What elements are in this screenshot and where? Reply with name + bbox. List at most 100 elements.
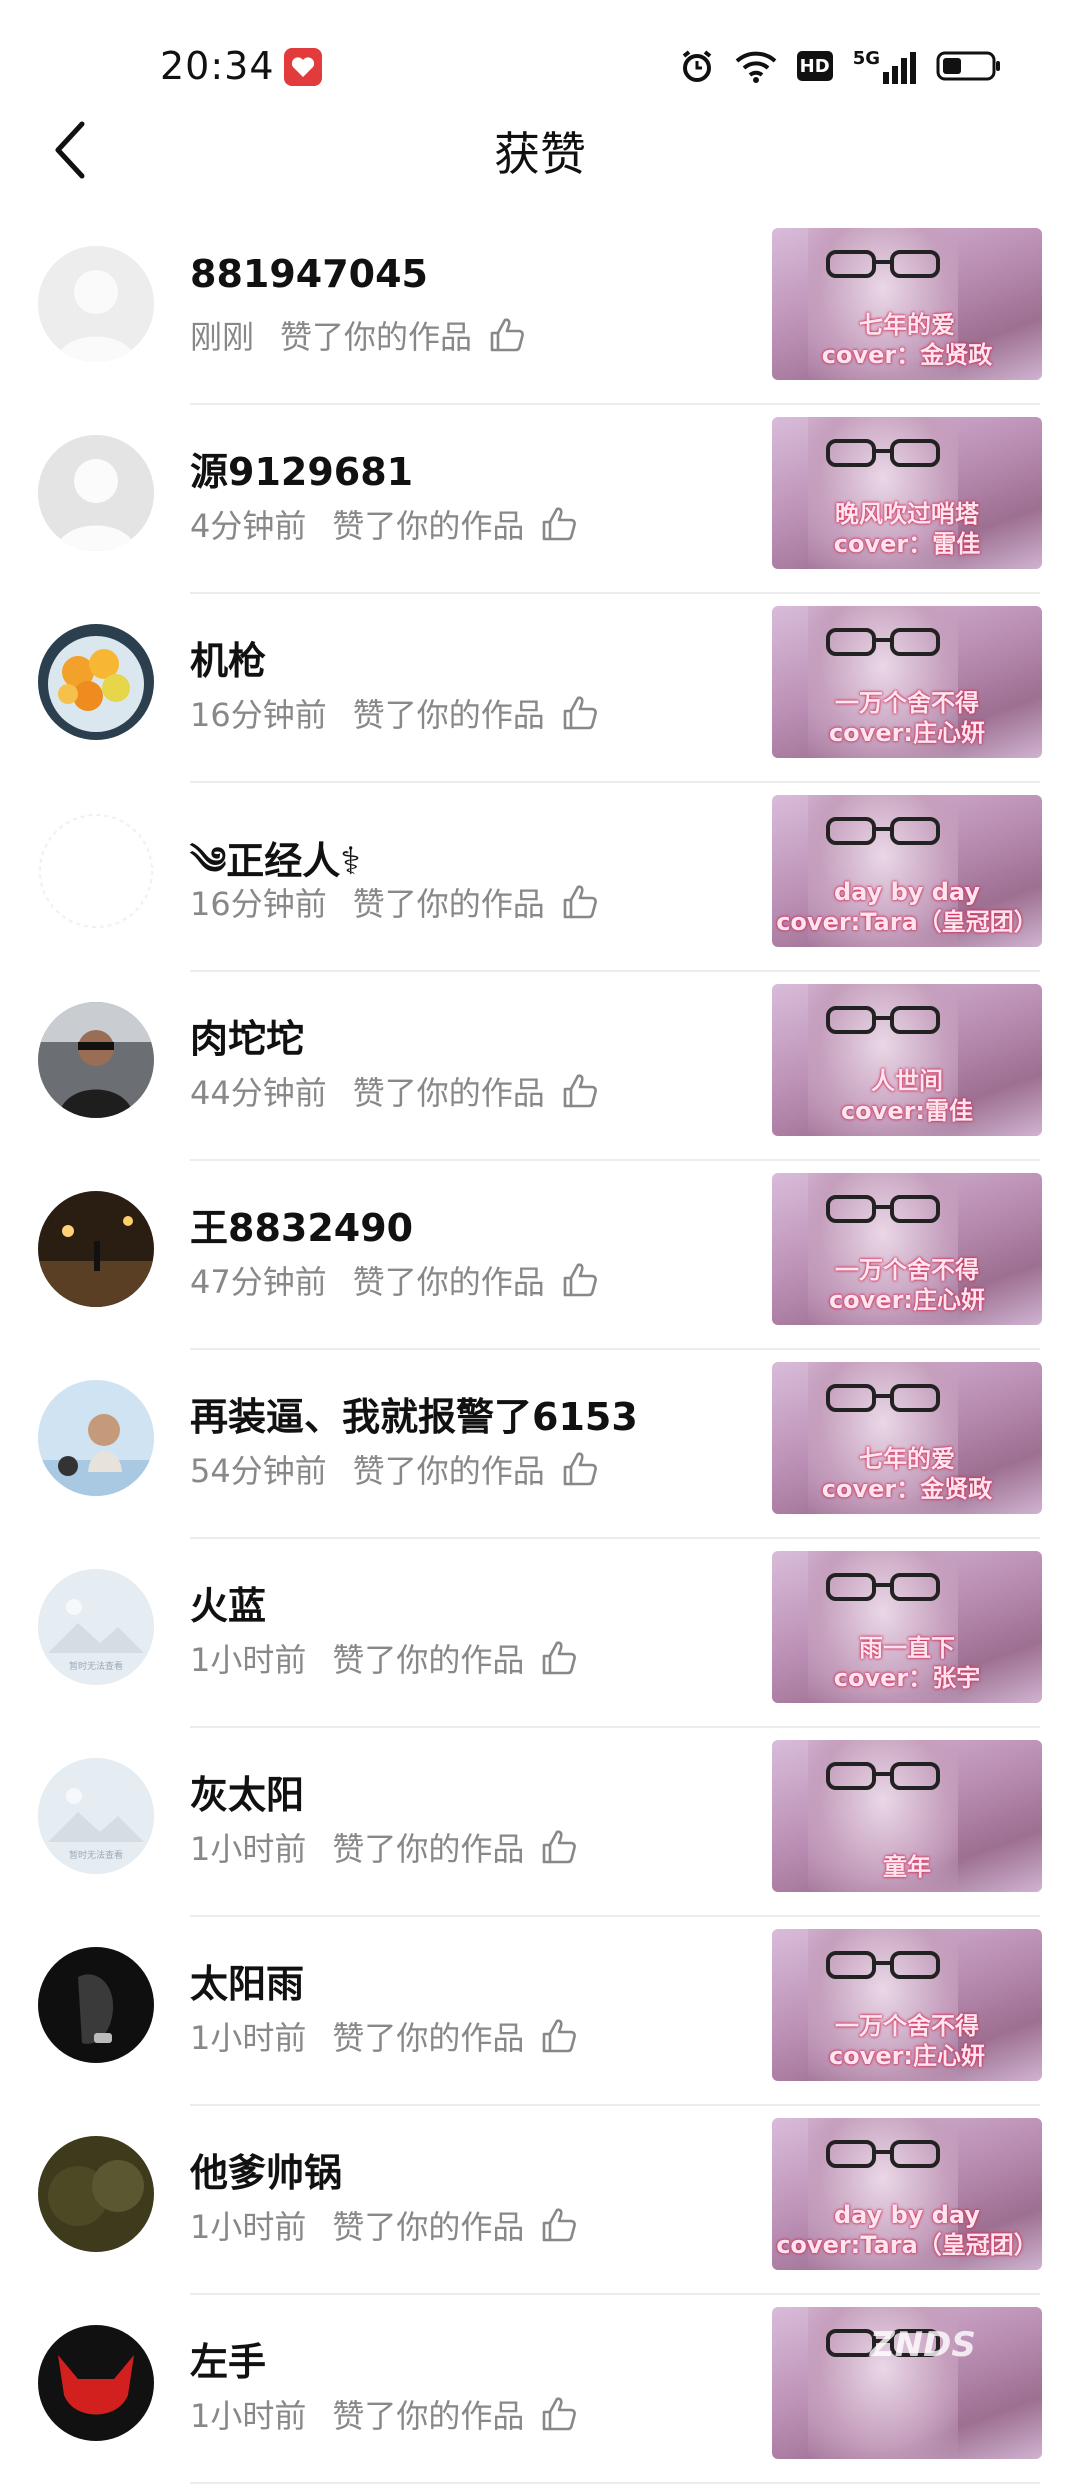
like-time: 16分钟前 bbox=[190, 696, 327, 734]
video-thumbnail[interactable]: 一万个舍不得 cover:庄心妍 bbox=[772, 606, 1042, 758]
caption-line: cover：雷佳 bbox=[833, 530, 981, 558]
caption-line: 晚风吹过哨塔 bbox=[835, 500, 979, 528]
user-name[interactable]: 肉坨坨 bbox=[190, 1008, 304, 1063]
caption-line: cover：金贤政 bbox=[821, 1475, 993, 1503]
user-name[interactable]: 881947045 bbox=[190, 252, 428, 296]
like-action-text: 赞了你的作品 bbox=[332, 1830, 525, 1868]
video-thumbnail[interactable]: 一万个舍不得 cover:庄心妍 bbox=[772, 1173, 1042, 1325]
user-avatar[interactable] bbox=[38, 435, 154, 551]
user-avatar[interactable] bbox=[38, 1380, 154, 1496]
video-thumbnail[interactable]: 人世间 cover:雷佳 bbox=[772, 984, 1042, 1136]
video-thumbnail[interactable]: 童年 bbox=[772, 1740, 1042, 1892]
user-name[interactable]: 灰太阳 bbox=[190, 1764, 304, 1819]
like-action-text: 赞了你的作品 bbox=[332, 507, 525, 545]
thumbs-up-icon bbox=[538, 1638, 578, 1678]
caption-line: cover:雷佳 bbox=[840, 1097, 974, 1125]
svg-text:暂时无法查看: 暂时无法查看 bbox=[69, 1660, 123, 1672]
like-list-item[interactable]: 881947045 刚刚 赞了你的作品 七年的爱 cover：金贤政 bbox=[0, 216, 1080, 405]
likes-list: 881947045 刚刚 赞了你的作品 七年的爱 cover：金贤政源9129681 4分… bbox=[0, 216, 1080, 2484]
user-name[interactable]: 王8832490 bbox=[190, 1197, 413, 1252]
like-list-item[interactable]: 机枪 16分钟前 赞了你的作品 一万个舍不得 cover:庄心妍 bbox=[0, 594, 1080, 783]
thumbs-up-icon bbox=[559, 1449, 599, 1489]
user-name[interactable]: 源9129681 bbox=[190, 441, 413, 496]
like-list-item[interactable]: 暂时无法查看 灰太阳 1小时前 赞了你的作品童年 bbox=[0, 1728, 1080, 1917]
like-list-item[interactable]: 源9129681 4分钟前 赞了你的作品 晚风吹过哨塔 cover：雷佳 bbox=[0, 405, 1080, 594]
like-meta: 1小时前 赞了你的作品 bbox=[190, 2202, 578, 2248]
user-avatar[interactable]: 暂时无法查看 bbox=[38, 1569, 154, 1685]
user-name[interactable]: 他爹帅锅 bbox=[190, 2142, 342, 2197]
caption-line: cover:庄心妍 bbox=[828, 2042, 986, 2070]
svg-text:暂时无法查看: 暂时无法查看 bbox=[69, 1849, 123, 1861]
video-thumbnail[interactable]: day by day cover:Tara（皇冠团） bbox=[772, 2118, 1042, 2270]
thumbs-up-icon bbox=[563, 1452, 597, 1486]
network-type-label: 5G bbox=[852, 48, 880, 69]
like-meta: 4分钟前 赞了你的作品 bbox=[190, 501, 578, 547]
like-meta: 1小时前 赞了你的作品 bbox=[190, 1824, 578, 1870]
like-meta: 44分钟前 赞了你的作品 bbox=[190, 1068, 599, 1114]
thumbnail-caption: 人世间 cover:雷佳 bbox=[772, 1066, 1042, 1126]
like-meta: 1小时前 赞了你的作品 bbox=[190, 1635, 578, 1681]
user-name[interactable]: 左手 bbox=[190, 2331, 266, 2386]
user-avatar[interactable] bbox=[38, 624, 154, 740]
like-list-item[interactable]: 肉坨坨 44分钟前 赞了你的作品 人世间 cover:雷佳 bbox=[0, 972, 1080, 1161]
like-time: 1小时前 bbox=[190, 1641, 307, 1679]
like-action-text: 赞了你的作品 bbox=[332, 2208, 525, 2246]
like-list-item[interactable]: 左手 1小时前 赞了你的作品 bbox=[0, 2295, 1080, 2484]
user-name[interactable]: 再装逼、我就报警了6153 bbox=[190, 1386, 638, 1441]
caption-line: 七年的爱 bbox=[859, 1445, 955, 1473]
video-thumbnail[interactable]: 晚风吹过哨塔 cover：雷佳 bbox=[772, 417, 1042, 569]
user-avatar[interactable] bbox=[38, 813, 154, 929]
video-thumbnail[interactable]: day by day cover:Tara（皇冠团） bbox=[772, 795, 1042, 947]
caption-line: 童年 bbox=[883, 1853, 931, 1881]
like-list-item[interactable]: 王8832490 47分钟前 赞了你的作品 一万个舍不得 cover:庄心妍 bbox=[0, 1161, 1080, 1350]
like-time: 16分钟前 bbox=[190, 885, 327, 923]
like-list-item[interactable]: ༄正经人⚕ 16分钟前 赞了你的作品 day by day cover:Tara（皇冠团… bbox=[0, 783, 1080, 972]
like-action-text: 赞了你的作品 bbox=[352, 1263, 545, 1301]
thumbs-up-icon bbox=[490, 318, 524, 352]
thumbs-up-icon bbox=[559, 1260, 599, 1300]
user-avatar[interactable] bbox=[38, 246, 154, 362]
user-avatar[interactable] bbox=[38, 2136, 154, 2252]
video-thumbnail[interactable]: 一万个舍不得 cover:庄心妍 bbox=[772, 1929, 1042, 2081]
app-notification-icon bbox=[284, 48, 322, 86]
video-thumbnail[interactable]: 七年的爱 cover：金贤政 bbox=[772, 228, 1042, 380]
like-list-item[interactable]: 他爹帅锅 1小时前 赞了你的作品 day by day cover:Tara（皇冠团） bbox=[0, 2106, 1080, 2295]
user-avatar[interactable]: 暂时无法查看 bbox=[38, 1758, 154, 1874]
like-action-text: 赞了你的作品 bbox=[332, 2019, 525, 2057]
5g-signal-icon: 5G bbox=[853, 48, 916, 84]
page-title: 获赞 bbox=[494, 127, 586, 181]
thumbs-up-icon bbox=[559, 1071, 599, 1111]
user-avatar[interactable] bbox=[38, 1002, 154, 1118]
thumbnail-caption: 七年的爱 cover：金贤政 bbox=[772, 1444, 1042, 1504]
thumbs-up-icon bbox=[538, 2394, 578, 2434]
caption-line: cover：金贤政 bbox=[821, 341, 993, 369]
user-avatar[interactable] bbox=[38, 2325, 154, 2441]
like-meta: 1小时前 赞了你的作品 bbox=[190, 2391, 578, 2437]
like-time: 47分钟前 bbox=[190, 1263, 327, 1301]
user-name[interactable]: 机枪 bbox=[190, 630, 266, 685]
user-name[interactable]: 火蓝 bbox=[190, 1575, 266, 1630]
status-icons: HD 5G bbox=[679, 46, 1002, 86]
caption-line: 一万个舍不得 bbox=[835, 689, 979, 717]
thumbnail-caption: 一万个舍不得 cover:庄心妍 bbox=[772, 688, 1042, 748]
video-thumbnail[interactable]: 七年的爱 cover：金贤政 bbox=[772, 1362, 1042, 1514]
caption-line: 一万个舍不得 bbox=[835, 2012, 979, 2040]
thumbs-up-icon bbox=[563, 1074, 597, 1108]
status-time: 20:34 bbox=[160, 44, 275, 88]
user-avatar[interactable] bbox=[38, 1191, 154, 1307]
thumbs-up-icon bbox=[538, 2016, 578, 2056]
caption-line: day by day bbox=[833, 878, 981, 906]
video-thumbnail[interactable]: 雨一直下 cover：张宇 bbox=[772, 1551, 1042, 1703]
user-avatar[interactable] bbox=[38, 1947, 154, 2063]
like-list-item[interactable]: 太阳雨 1小时前 赞了你的作品 一万个舍不得 cover:庄心妍 bbox=[0, 1917, 1080, 2106]
watermark: ZNDS bbox=[870, 2325, 976, 2365]
like-time: 1小时前 bbox=[190, 2019, 307, 2057]
like-action-text: 赞了你的作品 bbox=[352, 885, 545, 923]
user-name[interactable]: 太阳雨 bbox=[190, 1953, 304, 2008]
like-list-item[interactable]: 再装逼、我就报警了6153 54分钟前 赞了你的作品 七年的爱 cover：金贤政 bbox=[0, 1350, 1080, 1539]
thumbnail-caption: day by day cover:Tara（皇冠团） bbox=[772, 2200, 1042, 2260]
header: 获赞 bbox=[0, 110, 1080, 190]
like-list-item[interactable]: 暂时无法查看 火蓝 1小时前 赞了你的作品 雨一直下 cover：张宇 bbox=[0, 1539, 1080, 1728]
thumbnail-caption: 童年 bbox=[772, 1852, 1042, 1882]
caption-line: 人世间 bbox=[871, 1067, 943, 1095]
